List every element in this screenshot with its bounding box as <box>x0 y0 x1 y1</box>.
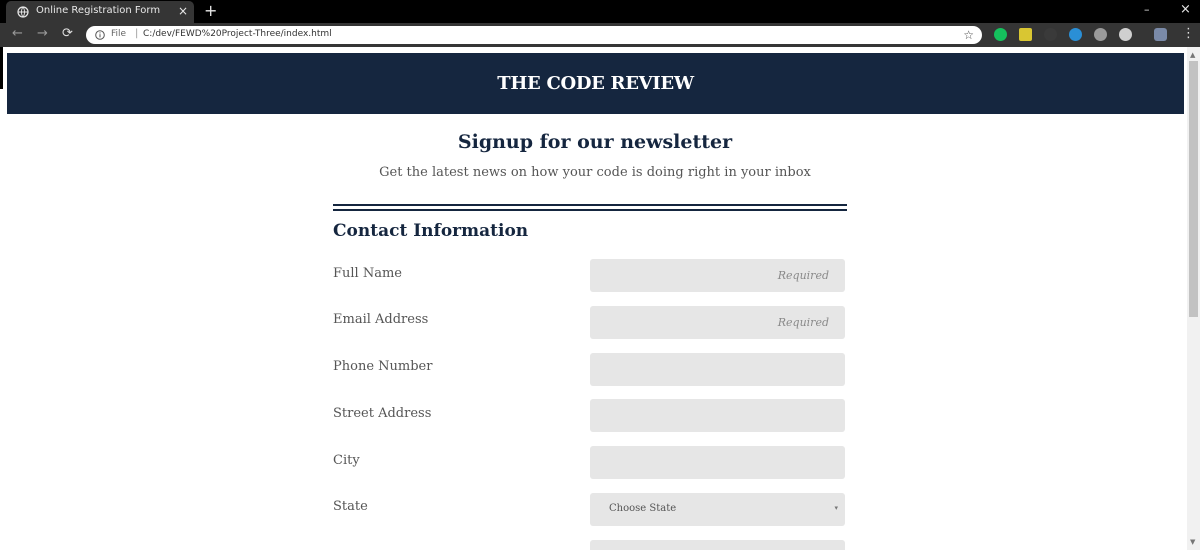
state-select-value: Choose State <box>609 503 677 514</box>
city-label: City <box>333 453 360 468</box>
divider-bottom <box>333 209 847 211</box>
back-icon[interactable]: ← <box>12 26 23 42</box>
address-url[interactable]: C:/dev/FEWD%20Project-Three/index.html <box>143 29 332 39</box>
state-select[interactable]: Choose State ▾ <box>590 493 845 526</box>
grammarly-extension-icon[interactable] <box>994 28 1007 41</box>
full-name-input[interactable] <box>590 259 845 292</box>
page-title: Signup for our newsletter <box>457 131 733 153</box>
bug-extension-icon[interactable] <box>1119 28 1132 41</box>
email-address-label: Email Address <box>333 312 429 327</box>
address-separator: | <box>135 28 139 39</box>
city-input[interactable] <box>590 446 845 479</box>
minimize-window-icon[interactable]: – <box>1144 3 1150 17</box>
close-tab-icon[interactable]: × <box>178 3 188 19</box>
browser-tab[interactable]: Online Registration Form × <box>6 1 194 23</box>
info-icon[interactable] <box>95 30 105 40</box>
address-scheme-label: File <box>111 29 127 39</box>
notes-extension-icon[interactable] <box>1019 28 1032 41</box>
close-window-icon[interactable]: × <box>1180 3 1191 17</box>
new-tab-button[interactable]: + <box>204 1 217 21</box>
state-label: State <box>333 499 368 514</box>
divider-top <box>333 204 847 206</box>
dark-extension-icon[interactable] <box>1044 28 1057 41</box>
address-bar[interactable]: File | C:/dev/FEWD%20Project-Three/index… <box>86 26 982 44</box>
site-header: THE CODE REVIEW <box>7 53 1184 114</box>
site-title: THE CODE REVIEW <box>497 73 694 94</box>
profile-avatar-icon[interactable] <box>1154 28 1167 41</box>
scroll-up-arrow-icon[interactable]: ▲ <box>1190 51 1195 59</box>
phone-number-input[interactable] <box>590 353 845 386</box>
browser-tab-strip: Online Registration Form × + – × <box>0 0 1200 23</box>
browser-toolbar: ← → ⟳ File | C:/dev/FEWD%20Project-Three… <box>0 23 1200 47</box>
email-address-input[interactable] <box>590 306 845 339</box>
phone-number-label: Phone Number <box>333 359 433 374</box>
blue-circle-extension-icon[interactable] <box>1069 28 1082 41</box>
bookmark-star-icon[interactable]: ☆ <box>963 27 974 43</box>
reload-icon[interactable]: ⟳ <box>62 26 73 42</box>
section-title-contact: Contact Information <box>333 221 529 241</box>
tab-title: Online Registration Form <box>36 5 161 16</box>
street-address-input[interactable] <box>590 399 845 432</box>
page-subtitle: Get the latest news on how your code is … <box>379 165 811 180</box>
page-scrollbar[interactable]: ▲ ▼ <box>1187 47 1200 550</box>
globe-icon <box>17 6 29 18</box>
scroll-down-arrow-icon[interactable]: ▼ <box>1190 538 1195 546</box>
browser-menu-icon[interactable]: ⋮ <box>1182 26 1195 42</box>
window-edge <box>0 47 3 89</box>
page-viewport: THE CODE REVIEW Signup for our newslette… <box>0 47 1200 550</box>
street-address-label: Street Address <box>333 406 432 421</box>
forward-icon[interactable]: → <box>37 26 48 42</box>
next-field-input[interactable] <box>590 540 845 550</box>
scrollbar-thumb[interactable] <box>1189 61 1198 317</box>
chevron-down-icon: ▾ <box>834 504 838 512</box>
link-extension-icon[interactable] <box>1094 28 1107 41</box>
full-name-label: Full Name <box>333 266 402 281</box>
